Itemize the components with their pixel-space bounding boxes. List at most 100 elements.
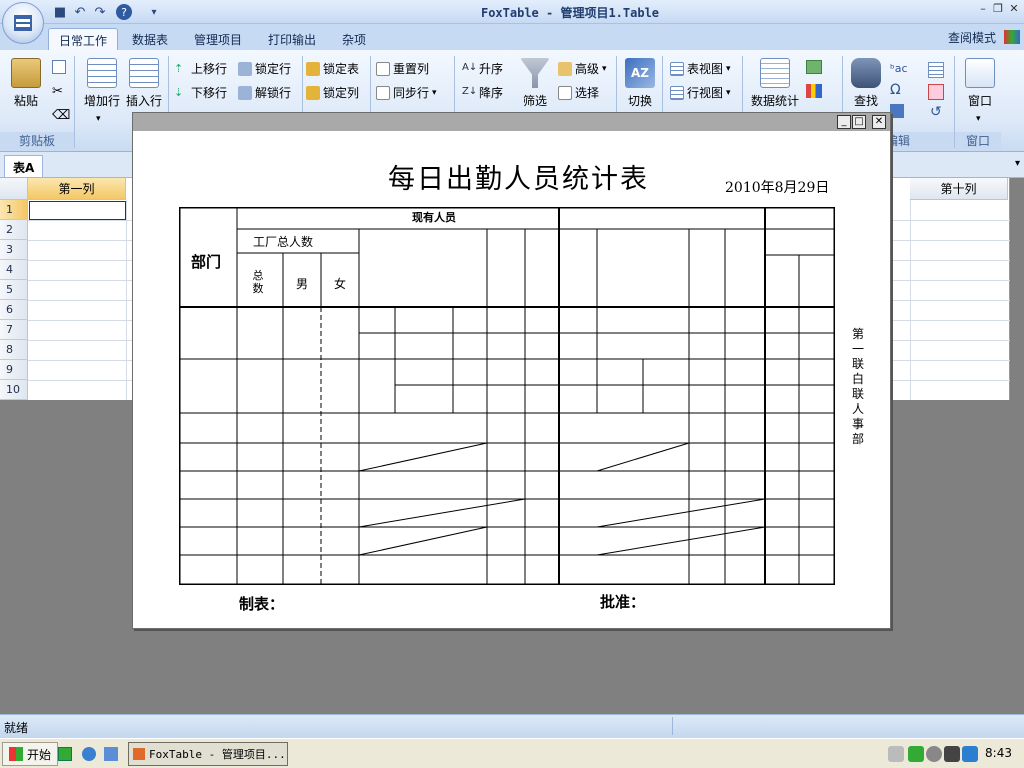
grid-remove-icon[interactable] — [928, 84, 944, 100]
download-icon[interactable] — [58, 747, 72, 761]
save-icon[interactable]: ■ — [52, 4, 68, 20]
row-header[interactable]: 5 — [0, 280, 28, 300]
view-mode-label[interactable]: 查阅模式 — [948, 29, 996, 46]
chevron-down-icon[interactable]: ▾ — [96, 114, 101, 124]
tab-daily-work[interactable]: 日常工作 — [48, 28, 119, 50]
help-icon[interactable]: ? — [116, 4, 132, 20]
sort-desc-button[interactable]: Z↓ 降序 — [462, 84, 503, 101]
lock-row-button[interactable]: 锁定行 — [238, 60, 291, 77]
sheet-tab-a[interactable]: 表A — [4, 155, 44, 177]
row-header[interactable]: 10 — [0, 380, 28, 400]
row-header[interactable]: 8 — [0, 340, 28, 360]
add-row-button[interactable]: 增加行 — [82, 58, 122, 109]
attendance-form-table — [179, 207, 835, 585]
data-stats-button[interactable]: 数据统计 — [748, 58, 802, 109]
row-view-button[interactable]: 行视图 ▾ — [670, 84, 731, 101]
switch-button[interactable]: AZ 切换 — [622, 58, 658, 109]
column-header-first[interactable]: 第一列 — [28, 178, 126, 200]
select-all-corner[interactable] — [0, 178, 28, 200]
header-total: 总数 — [252, 269, 264, 295]
table-view-button[interactable]: 表视图 ▾ — [670, 60, 731, 77]
preview-title-bar[interactable]: _ □ ✕ — [133, 113, 890, 131]
row-view-icon — [670, 85, 684, 100]
cut-icon[interactable]: ✂ — [52, 84, 63, 99]
arrow-up-icon: ⇡ — [174, 61, 184, 75]
row-header[interactable]: 1 — [0, 200, 28, 220]
unlock-row-button[interactable]: 解锁行 — [238, 84, 291, 101]
window-button[interactable]: 窗口 — [960, 58, 1000, 109]
refresh-icon[interactable]: ↺ — [930, 104, 942, 120]
sync-row-button[interactable]: 同步行 ▾ — [376, 84, 437, 101]
grid-icon[interactable] — [928, 62, 944, 78]
keyboard-icon[interactable] — [888, 746, 904, 762]
bar-chart-icon[interactable] — [806, 84, 822, 98]
chart-icon[interactable] — [806, 60, 822, 74]
approve-label: 批准： — [600, 593, 646, 611]
chevron-down-icon: ▾ — [432, 87, 437, 98]
lock-table-button[interactable]: 锁定表 — [306, 60, 359, 77]
users-icon[interactable] — [1004, 30, 1020, 44]
restore-button[interactable]: ❐ — [991, 2, 1005, 16]
omega-icon[interactable]: Ω — [890, 82, 901, 98]
download-tray-icon[interactable] — [908, 746, 924, 762]
advanced-filter-button[interactable]: 高级 ▾ — [558, 60, 607, 77]
form-title: 每日出勤人员统计表 — [388, 164, 649, 195]
find-button[interactable]: 查找 — [848, 58, 884, 109]
tab-data-table[interactable]: 数据表 — [122, 28, 178, 50]
tab-misc[interactable]: 杂项 — [332, 28, 376, 50]
paste-button[interactable]: 粘贴 — [8, 58, 44, 109]
tab-manage-project[interactable]: 管理项目 — [184, 28, 252, 50]
qat-dropdown-icon[interactable]: ▾ — [146, 4, 162, 20]
reset-col-button[interactable]: 重置列 — [376, 60, 429, 77]
goto-icon[interactable] — [890, 104, 904, 118]
app-menu-button[interactable] — [2, 2, 44, 44]
az-sort-icon: AZ — [625, 58, 655, 88]
insert-row-icon — [129, 58, 159, 88]
taskbar-item-foxtable[interactable]: FoxTable - 管理项目... — [128, 742, 288, 766]
eraser-icon[interactable]: ⌫ — [52, 108, 70, 123]
move-up-button[interactable]: ⇡ 上移行 — [174, 60, 227, 77]
lock-row-icon — [238, 61, 252, 76]
close-button[interactable]: ✕ — [1007, 2, 1021, 16]
minimize-button[interactable]: – — [976, 2, 990, 16]
row-header[interactable]: 2 — [0, 220, 28, 240]
row-header[interactable]: 4 — [0, 260, 28, 280]
move-down-button[interactable]: ⇣ 下移行 — [174, 84, 227, 101]
tray-app-icon[interactable] — [944, 746, 960, 762]
replace-icon[interactable]: ᵇac — [890, 62, 908, 75]
table-view-icon — [670, 61, 684, 76]
select-button[interactable]: 选择 — [558, 84, 599, 101]
column-header-tenth[interactable]: 第十列 — [910, 178, 1008, 200]
preview-close-button[interactable]: ✕ — [872, 115, 886, 129]
filter-button[interactable]: 筛选 — [516, 58, 554, 109]
separator — [74, 56, 75, 148]
chevron-down-icon[interactable]: ▾ — [976, 114, 981, 124]
preview-maximize-button[interactable]: □ — [852, 115, 866, 129]
copy-icon[interactable] — [52, 60, 66, 74]
browser-icon[interactable] — [82, 747, 96, 761]
add-row-icon — [87, 58, 117, 88]
sort-asc-icon: A↓ — [462, 61, 478, 73]
reset-icon — [376, 61, 390, 76]
row-header[interactable]: 3 — [0, 240, 28, 260]
insert-row-button[interactable]: 插入行 — [124, 58, 164, 109]
lock-col-button[interactable]: 锁定列 — [306, 84, 359, 101]
row-header[interactable]: 7 — [0, 320, 28, 340]
row-header[interactable]: 6 — [0, 300, 28, 320]
redo-icon[interactable]: ↷ — [92, 4, 108, 20]
row-header[interactable]: 9 — [0, 360, 28, 380]
explorer-icon[interactable] — [104, 747, 118, 761]
lock-icon — [306, 61, 320, 76]
sheet-menu-icon[interactable]: ▾ — [1015, 158, 1020, 169]
header-existing-staff: 现有人员 — [412, 211, 456, 224]
undo-icon[interactable]: ↶ — [72, 4, 88, 20]
network-icon[interactable] — [962, 746, 978, 762]
preview-minimize-button[interactable]: _ — [837, 115, 851, 129]
active-cell[interactable] — [29, 201, 126, 220]
taskbar: 开始 FoxTable - 管理项目... 8:43 — [0, 738, 1024, 768]
volume-icon[interactable] — [926, 746, 942, 762]
sort-asc-button[interactable]: A↓ 升序 — [462, 60, 503, 77]
windows-logo-icon — [9, 747, 23, 761]
start-button[interactable]: 开始 — [2, 742, 59, 766]
tab-print-output[interactable]: 打印输出 — [258, 28, 326, 50]
